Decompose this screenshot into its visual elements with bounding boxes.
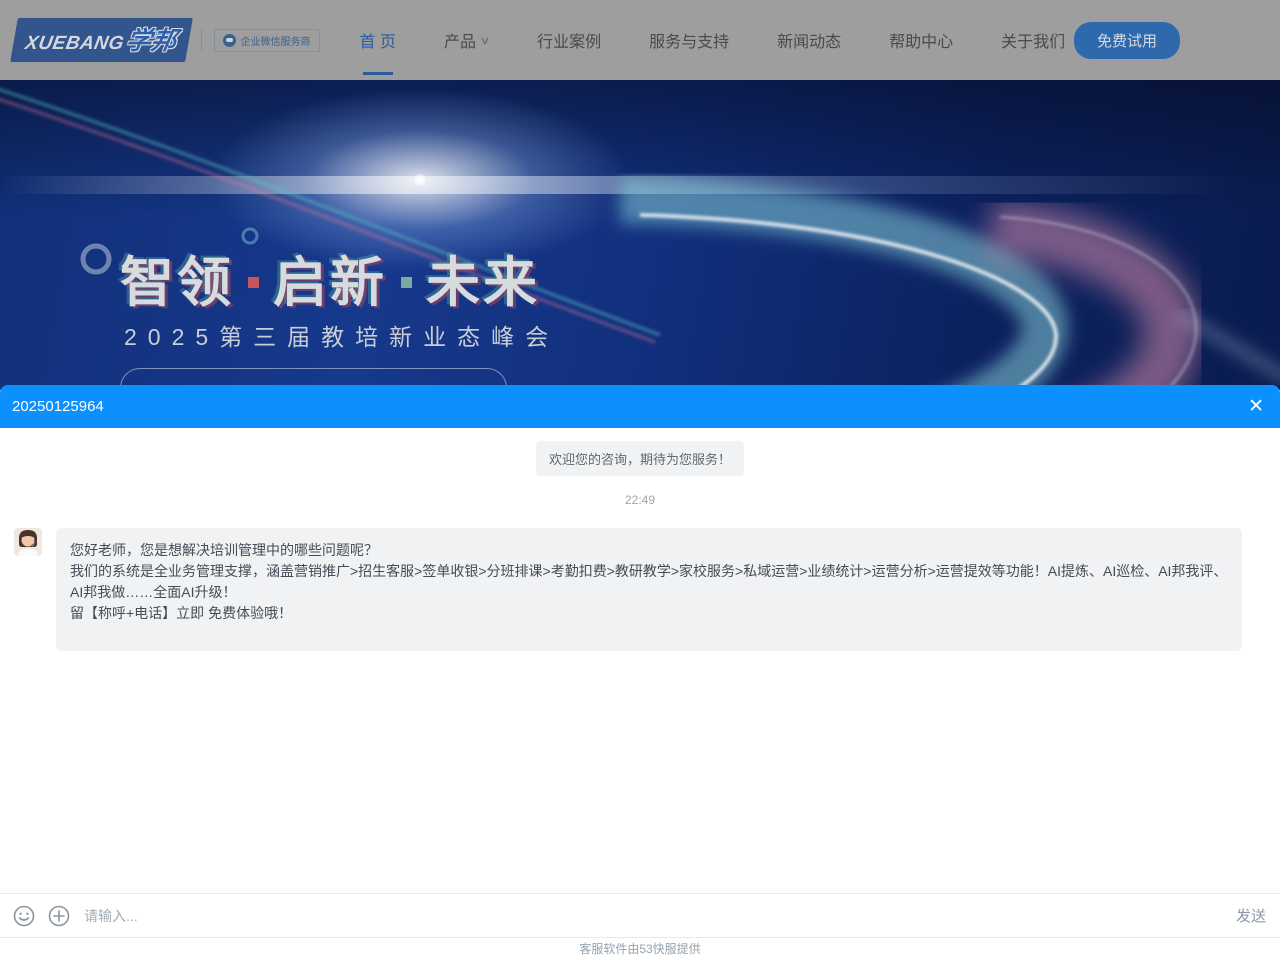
agent-message-line: 留【称呼+电话】立即 免费体验哦！ — [70, 603, 1228, 624]
main-nav: 首 页 产品 ∨ 行业案例 服务与支持 新闻动态 帮助中心 关于我们 — [360, 0, 1066, 80]
agent-message-line: 我们的系统是全业务管理支撑，涵盖营销推广>招生客服>签单收银>分班排课>考勤扣费… — [70, 561, 1228, 603]
logo-text-cn: 学邦 — [124, 21, 180, 57]
emoji-icon[interactable] — [12, 904, 36, 928]
chat-footer: 客服软件由53快服提供 — [0, 937, 1280, 960]
chat-timestamp: 22:49 — [0, 493, 1280, 507]
banner-title: 智领启新未来 — [120, 238, 540, 317]
nav-item-label: 行业案例 — [537, 28, 601, 52]
banner-title-part: 未来 — [426, 253, 540, 313]
logo-mark: XUEBANG 学邦 — [10, 18, 192, 62]
wecom-badge-label: 企业微信服务商 — [241, 33, 311, 48]
header-divider — [201, 29, 202, 51]
chevron-down-icon: ∨ — [479, 34, 490, 47]
chat-header: 20250125964 ✕ — [0, 385, 1280, 428]
nav-item-service-support[interactable]: 服务与支持 — [649, 0, 729, 80]
chat-input-bar: 发送 — [0, 893, 1280, 937]
page: XUEBANG 学邦 企业微信服务商 首 页 产品 ∨ 行业案例 服务与支持 — [0, 0, 1280, 960]
nav-item-label: 服务与支持 — [649, 28, 729, 52]
plus-attach-icon[interactable] — [47, 904, 71, 928]
nav-item-products[interactable]: 产品 ∨ — [444, 0, 489, 80]
logo-text-en: XUEBANG — [23, 33, 125, 55]
nav-item-label: 产品 — [444, 28, 476, 52]
site-header: XUEBANG 学邦 企业微信服务商 首 页 产品 ∨ 行业案例 服务与支持 — [0, 0, 1280, 80]
nav-item-help-center[interactable]: 帮助中心 — [889, 0, 953, 80]
title-separator-red — [248, 277, 259, 288]
chat-body: 欢迎您的咨询，期待为您服务！ 22:49 您好老师，您是想解决培训管理中的哪些问… — [0, 428, 1280, 893]
provider-note: 客服软件由53快服提供 — [579, 942, 700, 956]
agent-message-line: 您好老师，您是想解决培训管理中的哪些问题呢？ — [70, 540, 1228, 561]
agent-avatar — [14, 528, 42, 556]
nav-item-cases[interactable]: 行业案例 — [537, 0, 601, 80]
nav-item-news[interactable]: 新闻动态 — [777, 0, 841, 80]
welcome-notice: 欢迎您的咨询，期待为您服务！ — [536, 441, 744, 476]
banner-title-part: 启新 — [273, 253, 387, 313]
agent-avatar-art — [14, 528, 42, 556]
nav-item-about[interactable]: 关于我们 — [1001, 0, 1065, 80]
agent-message-row: 您好老师，您是想解决培训管理中的哪些问题呢？ 我们的系统是全业务管理支撑，涵盖营… — [14, 528, 1242, 651]
banner-title-part: 智领 — [120, 253, 234, 313]
wecom-icon — [223, 34, 236, 47]
nav-item-home[interactable]: 首 页 — [360, 0, 396, 80]
agent-message-bubble: 您好老师，您是想解决培训管理中的哪些问题呢？ 我们的系统是全业务管理支撑，涵盖营… — [56, 528, 1242, 651]
nav-item-label: 首 页 — [360, 28, 396, 52]
nav-item-label: 帮助中心 — [889, 28, 953, 52]
close-icon[interactable]: ✕ — [1248, 397, 1264, 416]
brand-logo[interactable]: XUEBANG 学邦 — [14, 18, 189, 62]
banner-subtitle: 2025第三届教培新业态峰会 — [124, 318, 559, 352]
title-separator-teal — [401, 277, 412, 288]
wecom-service-badge: 企业微信服务商 — [214, 29, 320, 52]
send-button[interactable]: 发送 — [1236, 905, 1266, 926]
nav-item-label: 新闻动态 — [777, 28, 841, 52]
message-input[interactable] — [82, 907, 1225, 925]
hero-banner: 智领启新未来 2025第三届教培新业态峰会 — [0, 80, 1280, 390]
nav-item-label: 关于我们 — [1001, 28, 1065, 52]
chat-session-id: 20250125964 — [12, 398, 104, 415]
free-trial-button[interactable]: 免费试用 — [1074, 22, 1180, 59]
